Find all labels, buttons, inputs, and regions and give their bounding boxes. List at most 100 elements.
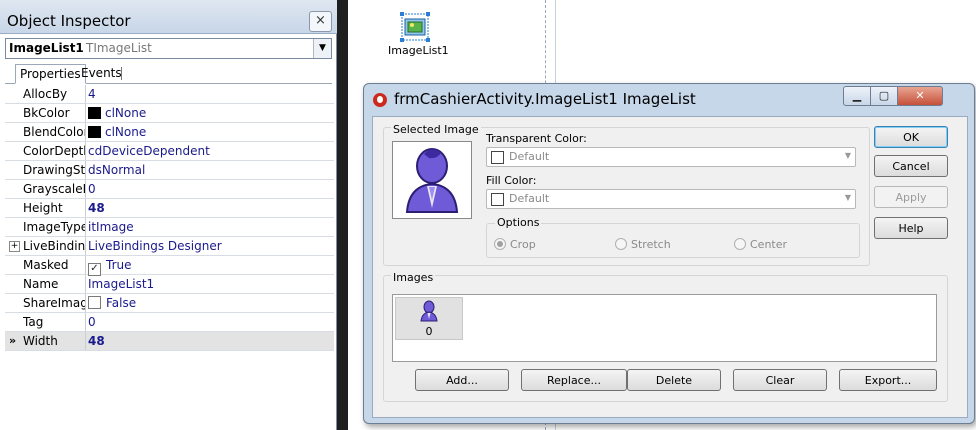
property-value[interactable]: itImage: [88, 218, 134, 236]
option-crop-label: Crop: [510, 238, 536, 251]
dialog-client-area: Selected Image Transparent Color: Defaul…: [372, 116, 968, 418]
ok-button[interactable]: OK: [874, 126, 948, 148]
clear-button[interactable]: Clear: [733, 369, 827, 391]
apply-button[interactable]: Apply: [874, 186, 948, 208]
grid-divider: [85, 85, 86, 103]
add-button[interactable]: Add...: [415, 369, 509, 391]
property-value[interactable]: LiveBindings Designer: [88, 237, 222, 255]
component-selector[interactable]: ImageList1 TImageList ▼: [5, 38, 332, 59]
object-inspector-tabs: Properties Events: [5, 61, 332, 84]
color-swatch: [491, 193, 504, 206]
property-value[interactable]: 48: [88, 199, 105, 217]
option-crop-radio[interactable]: Crop: [494, 238, 536, 251]
property-row-height[interactable]: Height 48: [5, 199, 334, 218]
property-row-livebindings[interactable]: + LiveBinding LiveBindings Designer: [5, 237, 334, 256]
tab-properties[interactable]: Properties: [15, 64, 86, 84]
close-button[interactable]: ✕: [897, 86, 943, 106]
replace-button[interactable]: Replace...: [521, 369, 627, 391]
property-value[interactable]: 0: [88, 313, 96, 331]
property-row-grayscalefactor[interactable]: GrayscaleFa 0: [5, 180, 334, 199]
property-value[interactable]: dsNormal: [88, 161, 145, 179]
user-icon: [405, 148, 459, 213]
property-value[interactable]: 0: [88, 180, 96, 198]
property-value: False: [106, 296, 137, 310]
grid-divider: [85, 313, 86, 331]
grid-divider: [85, 104, 86, 122]
property-value[interactable]: ImageList1: [88, 275, 154, 293]
options-group: [486, 223, 860, 258]
grid-divider: [85, 180, 86, 198]
property-row-masked[interactable]: Masked ✓ True: [5, 256, 334, 276]
property-row-tag[interactable]: Tag 0: [5, 313, 334, 332]
property-name: Tag: [23, 315, 44, 329]
maximize-button[interactable]: ▢: [870, 86, 898, 106]
fill-color-select[interactable]: Default ▼: [486, 189, 856, 209]
cancel-button[interactable]: Cancel: [874, 155, 948, 177]
property-row-width[interactable]: » Width 48: [5, 332, 334, 351]
property-value[interactable]: cdDeviceDependent: [88, 142, 210, 160]
images-list[interactable]: 0: [392, 294, 937, 362]
radio-icon: [615, 238, 627, 250]
property-name: Width: [23, 334, 58, 348]
close-icon[interactable]: ×: [309, 11, 332, 32]
transparent-color-value: Default: [509, 150, 550, 163]
help-button[interactable]: Help: [874, 217, 948, 239]
tab-divider: [121, 67, 122, 80]
grid-divider: [85, 332, 86, 350]
property-value-wrap[interactable]: False: [88, 294, 136, 312]
property-name: BkColor: [23, 106, 70, 120]
transparent-color-label: Transparent Color:: [486, 132, 587, 145]
property-value: clNone: [105, 106, 147, 120]
user-icon: [420, 300, 438, 322]
property-name: Name: [23, 277, 59, 291]
property-name: GrayscaleFa: [23, 182, 85, 196]
property-row-blendcolor[interactable]: BlendColor clNone: [5, 123, 334, 142]
property-value[interactable]: 48: [88, 332, 105, 350]
tab-events[interactable]: Events: [77, 64, 126, 82]
expand-icon[interactable]: +: [9, 241, 20, 252]
property-value-wrap[interactable]: ✓ True: [88, 256, 132, 276]
grid-divider: [85, 294, 86, 312]
property-value[interactable]: 4: [88, 85, 96, 103]
property-row-imagetype[interactable]: ImageType itImage: [5, 218, 334, 237]
chevron-down-icon[interactable]: ▼: [313, 39, 331, 58]
grid-divider: [85, 218, 86, 236]
grid-divider: [85, 237, 86, 255]
chevron-down-icon[interactable]: ▼: [845, 151, 851, 160]
property-value-wrap[interactable]: clNone: [88, 104, 146, 122]
object-inspector-titlebar[interactable]: Object Inspector ×: [0, 0, 337, 34]
delete-button[interactable]: Delete: [627, 369, 721, 391]
grid-divider: [85, 123, 86, 141]
property-row-shareimages[interactable]: ShareImage False: [5, 294, 334, 313]
chevron-down-icon[interactable]: ▼: [845, 193, 851, 202]
property-name: Masked: [23, 258, 69, 272]
property-row-drawingstyle[interactable]: DrawingSty dsNormal: [5, 161, 334, 180]
fill-color-label: Fill Color:: [486, 174, 537, 187]
transparent-color-select[interactable]: Default ▼: [486, 147, 856, 167]
imagelist-component-icon[interactable]: [399, 11, 431, 43]
property-value: clNone: [105, 125, 147, 139]
property-name: DrawingSty: [23, 163, 85, 177]
image-index: 0: [425, 325, 433, 338]
dialog-title: frmCashierActivity.ImageList1 ImageList: [394, 90, 696, 108]
property-row-bkcolor[interactable]: BkColor clNone: [5, 104, 334, 123]
imagelist-editor-dialog: frmCashierActivity.ImageList1 ImageList …: [363, 83, 975, 424]
option-stretch-radio[interactable]: Stretch: [615, 238, 671, 251]
grid-divider: [85, 275, 86, 293]
property-value-wrap[interactable]: clNone: [88, 123, 146, 141]
color-swatch: [491, 151, 504, 164]
object-inspector-panel: Object Inspector × ImageList1 TImageList…: [0, 0, 337, 430]
option-center-radio[interactable]: Center: [734, 238, 787, 251]
grid-divider: [85, 256, 86, 274]
minimize-button[interactable]: ▁: [843, 86, 871, 106]
object-inspector-title: Object Inspector: [7, 12, 131, 30]
color-swatch: [88, 107, 101, 119]
checkbox-unchecked[interactable]: [88, 296, 101, 309]
color-swatch: [88, 126, 101, 138]
property-row-allocby[interactable]: AllocBy 4: [5, 85, 334, 104]
property-row-colordepth[interactable]: ColorDepth cdDeviceDependent: [5, 142, 334, 161]
image-list-item[interactable]: 0: [395, 297, 463, 340]
export-button[interactable]: Export...: [839, 369, 937, 391]
property-row-name[interactable]: Name ImageList1: [5, 275, 334, 294]
grid-divider: [85, 199, 86, 217]
